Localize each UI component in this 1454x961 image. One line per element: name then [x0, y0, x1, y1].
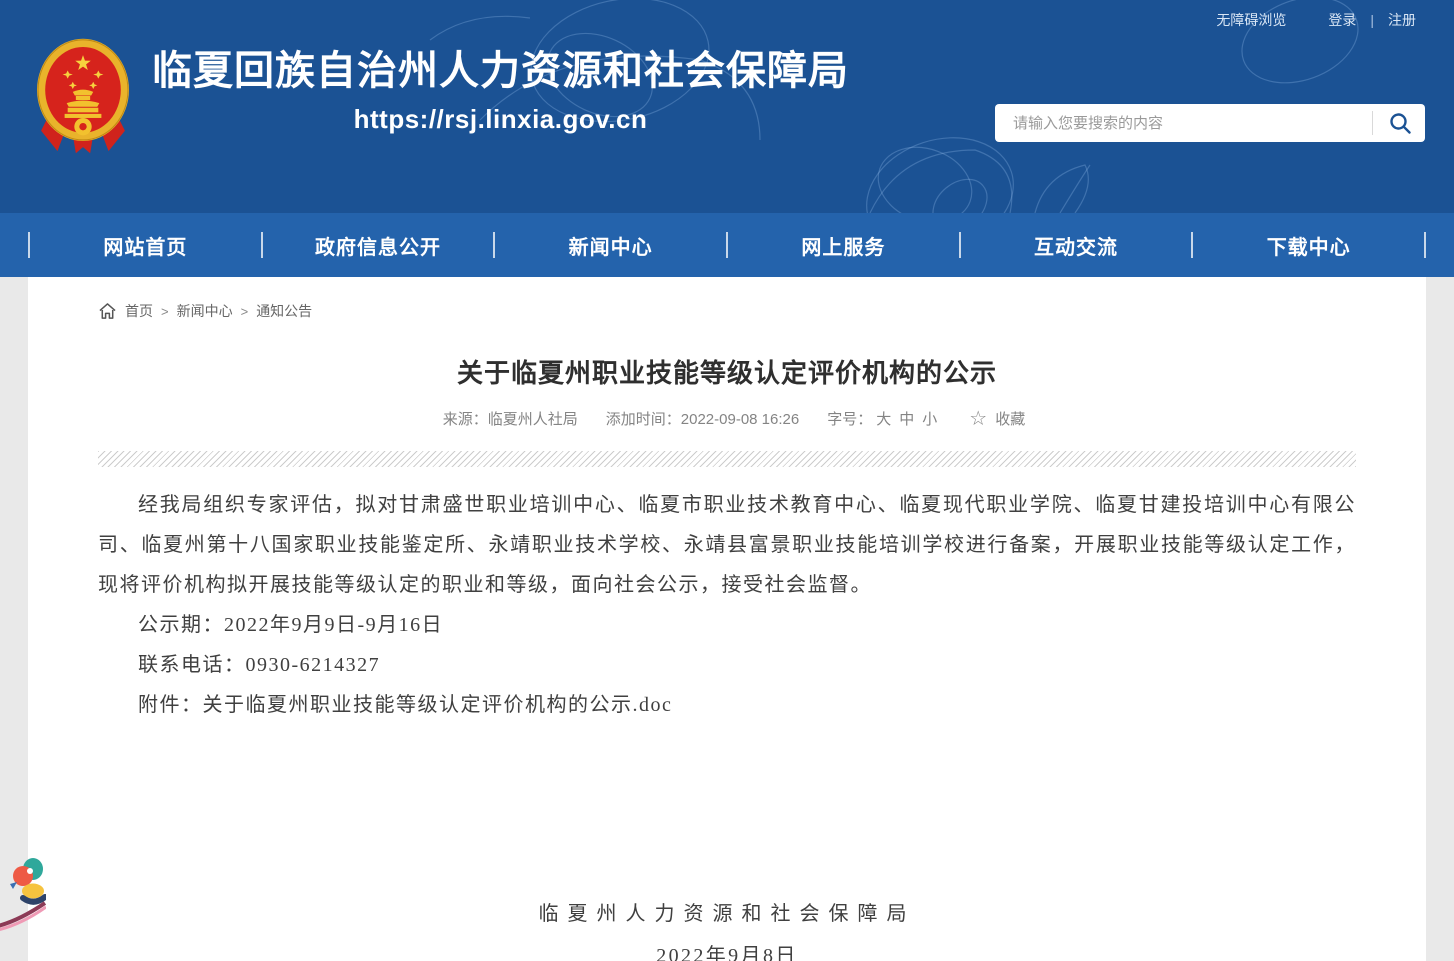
site-url: https://rsj.linxia.gov.cn	[152, 104, 849, 135]
accessibility-link[interactable]: 无障碍浏览	[1216, 10, 1286, 30]
floating-mascot-graphic[interactable]	[0, 853, 46, 937]
article-body: 经我局组织专家评估，拟对甘肃盛世职业培训中心、临夏市职业技术教育中心、临夏现代职…	[98, 485, 1356, 725]
hatched-divider	[98, 451, 1356, 467]
breadcrumb-notice[interactable]: 通知公告	[256, 301, 312, 321]
favorite-button[interactable]: ☆ 收藏	[969, 408, 1025, 429]
contact-phone-line: 联系电话：0930-6214327	[98, 645, 1356, 685]
topbar-separator: |	[1370, 12, 1374, 28]
nav-item-news[interactable]: 新闻中心	[495, 231, 726, 260]
font-size-large-button[interactable]: 大	[876, 411, 891, 428]
publicity-period-line: 公示期：2022年9月9日-9月16日	[98, 605, 1356, 645]
nav-item-interaction[interactable]: 互动交流	[961, 231, 1192, 260]
topbar: 无障碍浏览 登录 | 注册	[1216, 10, 1416, 30]
attachment-link[interactable]: 关于临夏州职业技能等级认定评价机构的公示.doc	[203, 694, 673, 716]
breadcrumb-separator: >	[241, 304, 249, 319]
nav-item-download[interactable]: 下载中心	[1193, 231, 1424, 260]
nav-divider	[1424, 232, 1426, 258]
site-title: 临夏回族自治州人力资源和社会保障局	[152, 48, 849, 94]
body-paragraph: 经我局组织专家评估，拟对甘肃盛世职业培训中心、临夏市职业技术教育中心、临夏现代职…	[98, 485, 1356, 605]
signature-date: 2022年9月8日	[98, 935, 1356, 961]
site-header: 无障碍浏览 登录 | 注册	[0, 0, 1454, 213]
article-time: 添加时间：2022-09-08 16:26	[606, 408, 799, 429]
breadcrumb-home[interactable]: 首页	[125, 301, 153, 321]
brand: 临夏回族自治州人力资源和社会保障局 https://rsj.linxia.gov…	[36, 36, 849, 156]
font-size-control: 字号：大中小	[827, 408, 941, 429]
nav-inner: 网站首页 政府信息公开 新闻中心 网上服务 互动交流 下载中心	[28, 213, 1426, 277]
home-icon[interactable]	[98, 302, 117, 320]
search-divider	[1372, 111, 1373, 135]
national-emblem-logo	[36, 36, 130, 156]
star-icon: ☆	[969, 409, 987, 429]
font-size-label: 字号：	[827, 411, 872, 428]
search-box	[995, 104, 1425, 142]
brand-text: 临夏回族自治州人力资源和社会保障局 https://rsj.linxia.gov…	[152, 36, 849, 135]
article-title: 关于临夏州职业技能等级认定评价机构的公示	[98, 353, 1356, 390]
breadcrumb-separator: >	[161, 304, 169, 319]
nav-item-gov-info[interactable]: 政府信息公开	[263, 231, 494, 260]
breadcrumb: 首页 > 新闻中心 > 通知公告	[98, 301, 1356, 321]
attachment-label: 附件：	[138, 694, 203, 716]
search-button[interactable]	[1383, 106, 1417, 140]
signature-org: 临夏州人力资源和社会保障局	[98, 893, 1356, 935]
login-link[interactable]: 登录	[1328, 10, 1356, 30]
favorite-label: 收藏	[995, 408, 1025, 429]
breadcrumb-news-center[interactable]: 新闻中心	[177, 301, 233, 321]
font-size-small-button[interactable]: 小	[922, 411, 937, 428]
font-size-medium-button[interactable]: 中	[899, 411, 914, 428]
register-link[interactable]: 注册	[1388, 10, 1416, 30]
content-sheet: 首页 > 新闻中心 > 通知公告 关于临夏州职业技能等级认定评价机构的公示 来源…	[28, 277, 1426, 961]
attachment-line: 附件：关于临夏州职业技能等级认定评价机构的公示.doc	[98, 685, 1356, 725]
main-nav: 网站首页 政府信息公开 新闻中心 网上服务 互动交流 下载中心	[0, 213, 1454, 277]
article-signature: 临夏州人力资源和社会保障局 2022年9月8日	[98, 893, 1356, 961]
nav-item-home[interactable]: 网站首页	[30, 231, 261, 260]
search-icon	[1388, 111, 1412, 135]
page: 无障碍浏览 登录 | 注册	[0, 0, 1454, 961]
nav-item-online-service[interactable]: 网上服务	[728, 231, 959, 260]
search-input[interactable]	[1013, 115, 1362, 132]
article-source: 来源：临夏州人社局	[443, 408, 578, 429]
article-meta: 来源：临夏州人社局 添加时间：2022-09-08 16:26 字号：大中小 ☆…	[98, 408, 1356, 429]
